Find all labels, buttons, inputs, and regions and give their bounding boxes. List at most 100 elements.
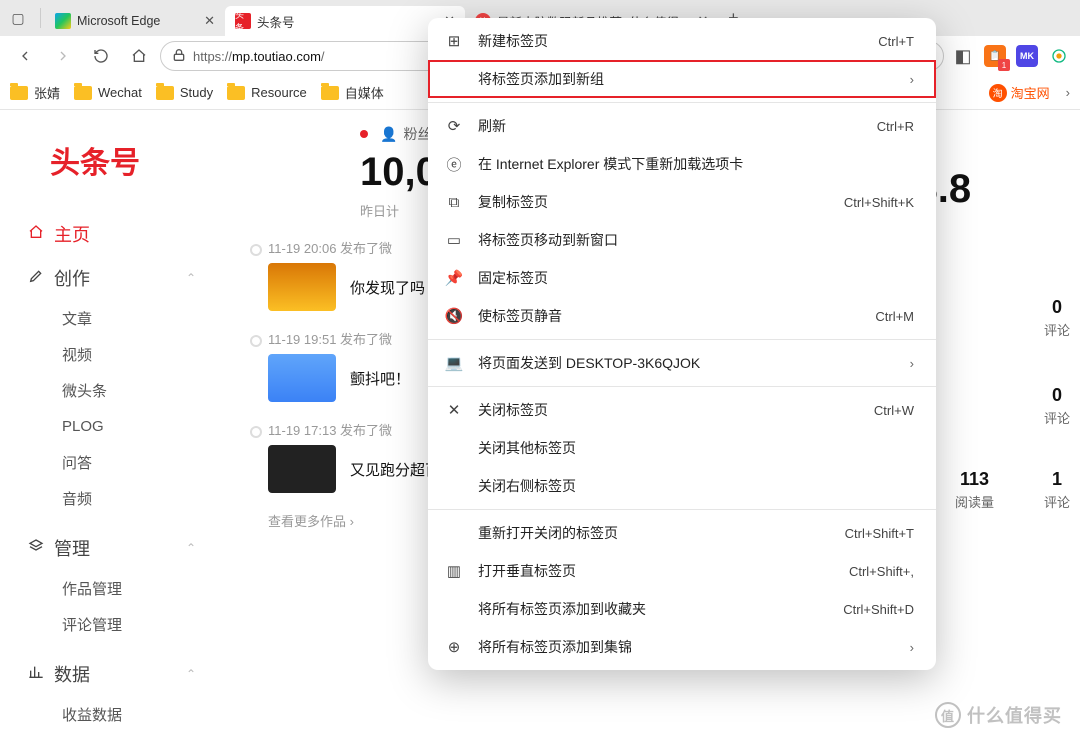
bookmark-folder[interactable]: Wechat bbox=[74, 85, 142, 100]
home-icon bbox=[28, 224, 44, 245]
menu-new-tab[interactable]: ⊞新建标签页Ctrl+T bbox=[428, 22, 936, 60]
menu-reopen-closed[interactable]: 重新打开关闭的标签页Ctrl+Shift+T bbox=[428, 514, 936, 552]
sidebar-sub-plog[interactable]: PLOG bbox=[28, 408, 220, 444]
folder-icon bbox=[10, 86, 28, 100]
menu-pin-tab[interactable]: 📌固定标签页 bbox=[428, 259, 936, 297]
menu-close-others[interactable]: 关闭其他标签页 bbox=[428, 429, 936, 467]
refresh-icon: ⟳ bbox=[444, 117, 464, 135]
tab-strip-toggle[interactable]: ▢ bbox=[0, 0, 36, 36]
site-logo: 头条号 bbox=[50, 138, 220, 182]
feed-title: 颤抖吧！ bbox=[350, 368, 410, 389]
bookmark-folder[interactable]: Study bbox=[156, 85, 213, 100]
lock-icon bbox=[171, 47, 187, 66]
edge-icon bbox=[55, 13, 71, 29]
home-button[interactable] bbox=[122, 39, 156, 73]
plus-box-icon: ⊞ bbox=[444, 32, 464, 50]
separator bbox=[428, 386, 936, 387]
chevron-up-icon: ⌃ bbox=[186, 271, 196, 285]
laptop-icon: 💻 bbox=[444, 354, 464, 372]
bookmark-folder[interactable]: 张婧 bbox=[10, 83, 60, 102]
back-button[interactable] bbox=[8, 39, 42, 73]
menu-ie-mode[interactable]: ⓔ在 Internet Explorer 模式下重新加载选项卡 bbox=[428, 145, 936, 183]
window-icon: ▭ bbox=[444, 231, 464, 249]
menu-move-to-window[interactable]: ▭将标签页移动到新窗口 bbox=[428, 221, 936, 259]
folder-icon bbox=[156, 86, 174, 100]
stat-cell: 113阅读量 bbox=[955, 469, 994, 511]
chevron-up-icon: ⌃ bbox=[186, 667, 196, 681]
bookmark-overflow[interactable]: › bbox=[1066, 85, 1070, 100]
tab-label: 头条号 bbox=[257, 12, 295, 31]
menu-close-tab[interactable]: ✕关闭标签页Ctrl+W bbox=[428, 391, 936, 429]
sidebar-sub-article[interactable]: 文章 bbox=[28, 300, 220, 336]
dot-icon bbox=[360, 130, 368, 138]
menu-add-all-to-collections[interactable]: ⊕将所有标签页添加到集锦› bbox=[428, 628, 936, 666]
sidebar-item-data[interactable]: 数据 ⌃ bbox=[28, 652, 220, 696]
user-icon: 👤 bbox=[380, 126, 397, 143]
taobao-icon: 淘 bbox=[989, 84, 1007, 102]
sidebar-sub-audio[interactable]: 音频 bbox=[28, 480, 220, 516]
extension-btn-1[interactable]: ◧ bbox=[950, 43, 976, 69]
url-prefix: https:// bbox=[193, 49, 232, 64]
menu-vertical-tabs[interactable]: ▥打开垂直标签页Ctrl+Shift+, bbox=[428, 552, 936, 590]
separator bbox=[428, 339, 936, 340]
sidebar-sub-comments[interactable]: 评论管理 bbox=[28, 606, 220, 642]
refresh-button[interactable] bbox=[84, 39, 118, 73]
ie-icon: ⓔ bbox=[444, 154, 464, 175]
bookmark-taobao[interactable]: 淘淘宝网 bbox=[989, 83, 1050, 102]
menu-close-right[interactable]: 关闭右侧标签页 bbox=[428, 467, 936, 505]
bar-chart-icon bbox=[28, 664, 44, 685]
url-host: mp.toutiao.com bbox=[232, 49, 321, 64]
vertical-tabs-icon: ▥ bbox=[444, 562, 464, 580]
tab-label: Microsoft Edge bbox=[77, 14, 160, 28]
stat-cell: 0评论 bbox=[1044, 297, 1070, 339]
menu-refresh[interactable]: ⟳刷新Ctrl+R bbox=[428, 107, 936, 145]
separator bbox=[428, 102, 936, 103]
thumbnail bbox=[268, 263, 336, 311]
sidebar-sub-qa[interactable]: 问答 bbox=[28, 444, 220, 480]
menu-add-to-group[interactable]: 将标签页添加到新组› bbox=[428, 60, 936, 98]
sidebar-sub-revenue[interactable]: 收益数据 bbox=[28, 696, 220, 732]
menu-send-to-device[interactable]: 💻将页面发送到 DESKTOP-3K6QJOK› bbox=[428, 344, 936, 382]
bookmark-folder[interactable]: 自媒体 bbox=[321, 83, 384, 102]
sidebar-item-manage[interactable]: 管理 ⌃ bbox=[28, 526, 220, 570]
folder-icon bbox=[321, 86, 339, 100]
feed-title: 你发现了吗 bbox=[350, 277, 425, 298]
watermark: 值 什么值得买 bbox=[935, 702, 1062, 728]
url-path: / bbox=[321, 49, 325, 64]
divider bbox=[40, 8, 41, 28]
close-icon: ✕ bbox=[444, 401, 464, 419]
layers-icon bbox=[28, 538, 44, 559]
tab-context-menu: ⊞新建标签页Ctrl+T 将标签页添加到新组› ⟳刷新Ctrl+R ⓔ在 Int… bbox=[428, 18, 936, 670]
folder-icon bbox=[227, 86, 245, 100]
sidebar-sub-works[interactable]: 作品管理 bbox=[28, 570, 220, 606]
mute-icon: 🔇 bbox=[444, 307, 464, 325]
menu-duplicate-tab[interactable]: ⧉复制标签页Ctrl+Shift+K bbox=[428, 183, 936, 221]
badge: 1 bbox=[998, 59, 1010, 71]
sidebar: 头条号 主页 创作 ⌃ 文章 视频 微头条 PLOG 问答 音频 管理 ⌃ 作品… bbox=[0, 110, 220, 738]
copy-icon: ⧉ bbox=[444, 194, 464, 211]
menu-mute-tab[interactable]: 🔇使标签页静音Ctrl+M bbox=[428, 297, 936, 335]
chevron-right-icon: › bbox=[910, 72, 914, 87]
thumbnail bbox=[268, 445, 336, 493]
pen-icon bbox=[28, 268, 44, 289]
sidebar-sub-video[interactable]: 视频 bbox=[28, 336, 220, 372]
pin-icon: 📌 bbox=[444, 269, 464, 287]
bookmark-folder[interactable]: Resource bbox=[227, 85, 307, 100]
watermark-icon: 值 bbox=[935, 702, 961, 728]
chevron-right-icon: › bbox=[910, 640, 914, 655]
thumbnail bbox=[268, 354, 336, 402]
sidebar-sub-microhead[interactable]: 微头条 bbox=[28, 372, 220, 408]
forward-button[interactable] bbox=[46, 39, 80, 73]
extension-btn-2[interactable]: 📋 1 bbox=[982, 43, 1008, 69]
sidebar-item-home[interactable]: 主页 bbox=[28, 212, 220, 256]
folder-icon bbox=[74, 86, 92, 100]
chevron-up-icon: ⌃ bbox=[186, 541, 196, 555]
sidebar-item-create[interactable]: 创作 ⌃ bbox=[28, 256, 220, 300]
extension-btn-4[interactable] bbox=[1046, 43, 1072, 69]
close-icon[interactable]: ✕ bbox=[204, 13, 215, 29]
tab-edge[interactable]: Microsoft Edge ✕ bbox=[45, 6, 225, 36]
menu-add-all-to-fav[interactable]: 将所有标签页添加到收藏夹Ctrl+Shift+D bbox=[428, 590, 936, 628]
toutiao-icon: 头条 bbox=[235, 13, 251, 29]
collections-icon: ⊕ bbox=[444, 638, 464, 656]
extension-btn-3[interactable]: MK bbox=[1014, 43, 1040, 69]
